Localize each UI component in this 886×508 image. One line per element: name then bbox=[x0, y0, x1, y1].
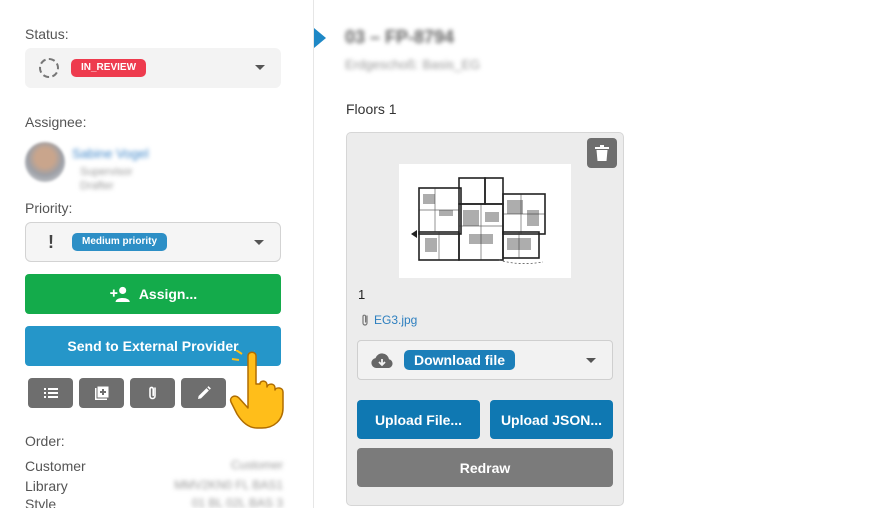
order-key: Style bbox=[25, 496, 57, 508]
order-value: 01 BL 02L BAS 3 bbox=[191, 496, 283, 508]
paperclip-icon bbox=[148, 386, 156, 400]
file-link[interactable]: EG3.jpg bbox=[360, 313, 417, 327]
list-icon bbox=[43, 388, 58, 398]
floor-plan-thumbnail[interactable] bbox=[399, 164, 571, 278]
download-file-badge: Download file bbox=[404, 350, 515, 370]
page-title: 03 – FP-8794 bbox=[345, 27, 455, 47]
pencil-icon bbox=[197, 386, 211, 399]
floor-plan-image bbox=[411, 177, 546, 264]
add-box-icon bbox=[94, 385, 109, 400]
assignee-name[interactable]: Sabine Vogel bbox=[72, 146, 149, 161]
upload-json-button[interactable]: Upload JSON... bbox=[490, 400, 613, 439]
attach-button[interactable] bbox=[130, 378, 175, 408]
priority-badge: Medium priority bbox=[72, 233, 168, 251]
priority-label: Priority: bbox=[25, 200, 73, 216]
upload-file-button[interactable]: Upload File... bbox=[357, 400, 480, 439]
order-label: Order: bbox=[25, 433, 65, 449]
file-name: EG3.jpg bbox=[374, 313, 418, 327]
order-key: Library bbox=[25, 478, 68, 494]
exclamation-icon: ! bbox=[48, 232, 54, 252]
pointing-hand-icon bbox=[229, 350, 284, 429]
redraw-button[interactable]: Redraw bbox=[357, 448, 613, 487]
collapse-sidebar-arrow-icon[interactable] bbox=[314, 28, 326, 48]
list-button[interactable] bbox=[28, 378, 73, 408]
floor-number: 1 bbox=[358, 287, 366, 302]
chevron-down-icon bbox=[255, 65, 265, 70]
assign-button-label: Assign... bbox=[138, 286, 198, 302]
assignee-subtitle: Drafter bbox=[80, 180, 114, 192]
status-select[interactable]: IN_REVIEW bbox=[25, 48, 281, 88]
cloud-download-icon bbox=[371, 353, 393, 368]
avatar bbox=[25, 142, 65, 182]
send-button-label: Send to External Provider bbox=[67, 338, 239, 354]
edit-button[interactable] bbox=[181, 378, 226, 408]
delete-floor-button[interactable] bbox=[587, 138, 617, 168]
status-label: Status: bbox=[25, 26, 69, 42]
chevron-down-icon bbox=[254, 240, 264, 245]
trash-icon bbox=[595, 145, 609, 161]
order-value: Customer bbox=[230, 458, 283, 472]
upload-file-label: Upload File... bbox=[374, 411, 463, 428]
add-box-button[interactable] bbox=[79, 378, 124, 408]
order-value: MMV2KN0 FL BAS1 bbox=[174, 478, 283, 492]
person-add-icon bbox=[110, 286, 130, 302]
upload-json-label: Upload JSON... bbox=[500, 411, 603, 428]
redraw-label: Redraw bbox=[459, 459, 511, 476]
assignee-role: Supervisor bbox=[80, 166, 133, 178]
assignee-label: Assignee: bbox=[25, 114, 87, 130]
assignee-card: Sabine Vogel Supervisor Drafter bbox=[25, 142, 285, 192]
floor-card: 1 EG3.jpg Download file Upload File... U… bbox=[346, 132, 624, 506]
loading-icon bbox=[39, 58, 59, 78]
assign-button[interactable]: Assign... bbox=[25, 274, 281, 314]
status-badge: IN_REVIEW bbox=[71, 59, 147, 77]
sidebar: Status: IN_REVIEW Assignee: Sabine Vogel… bbox=[0, 0, 314, 508]
paperclip-icon bbox=[362, 314, 368, 326]
order-key: Customer bbox=[25, 458, 86, 474]
floors-section-title: Floors 1 bbox=[346, 101, 397, 117]
download-file-select[interactable]: Download file bbox=[357, 340, 613, 380]
page-subtitle: Erdgeschoß: Basis_EG bbox=[345, 57, 481, 72]
chevron-down-icon bbox=[586, 358, 596, 363]
action-toolbar bbox=[28, 378, 226, 408]
priority-select[interactable]: ! Medium priority bbox=[25, 222, 281, 262]
